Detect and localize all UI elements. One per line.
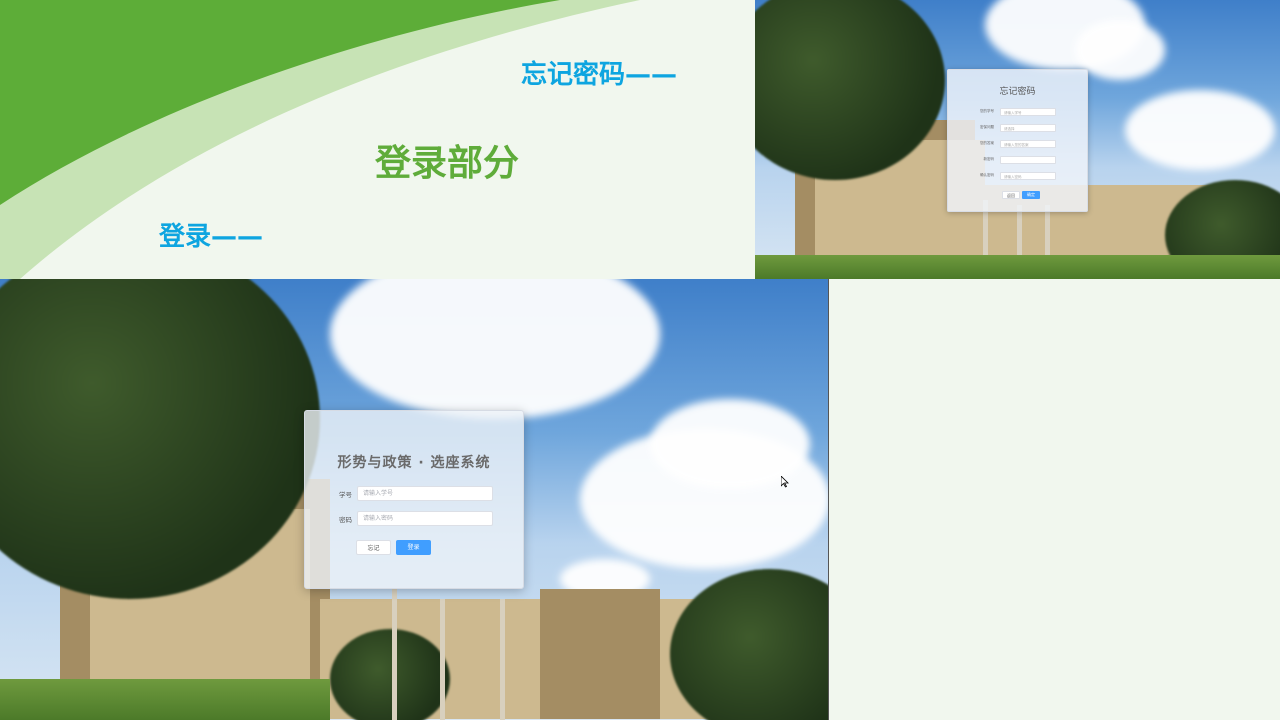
forgot-password-label: 忘记密码—— [521, 60, 678, 90]
forgot-panel-title: 忘记密码 [999, 87, 1036, 97]
confirm-password-row: 确认密码 请输入密码 [972, 172, 1064, 182]
student-id-input[interactable]: 请输入学号 [357, 486, 493, 501]
new-password-field[interactable] [1000, 156, 1056, 164]
field-label: 您的答案 [980, 141, 994, 145]
confirm-password-field[interactable]: 请输入密码 [1000, 172, 1056, 180]
security-question-select[interactable]: 请选择 [1000, 124, 1056, 132]
field-label: 新密码 [983, 157, 995, 161]
field-label: 您的学号 [980, 109, 994, 113]
login-title: 形势与政策 · 选座系统 [337, 455, 491, 471]
student-id-row: 学号 请输入学号 [339, 486, 499, 502]
field-label: 确认密码 [980, 173, 994, 177]
answer-field[interactable]: 请输入您的答案 [1000, 140, 1056, 148]
new-password-row: 新密码 [972, 156, 1064, 166]
password-label: 密码 [339, 516, 352, 524]
slide-banner: 忘记密码—— 登录部分 登录—— [0, 0, 755, 279]
section-title: 登录部分 [375, 143, 520, 184]
student-id-label: 学号 [339, 491, 352, 499]
login-button[interactable]: 登录 [396, 540, 431, 555]
field-label: 密保问题 [980, 125, 994, 129]
login-panel: 形势与政策 · 选座系统 学号 请输入学号 密码 请输入密码 忘记 登录 [304, 410, 524, 589]
password-row: 密码 请输入密码 [339, 511, 499, 527]
student-id-row: 您的学号 请输入学号 [972, 108, 1064, 118]
login-label: 登录—— [159, 222, 264, 252]
divider [828, 279, 829, 720]
security-question-row: 密保问题 请选择 [972, 124, 1064, 134]
forgot-button[interactable]: 忘记 [356, 540, 391, 555]
confirm-button[interactable]: 确定 [1022, 191, 1040, 199]
back-button[interactable]: 返回 [1002, 191, 1020, 199]
student-id-field[interactable]: 请输入学号 [1000, 108, 1056, 116]
answer-row: 您的答案 请输入您的答案 [972, 140, 1064, 150]
password-input[interactable]: 请输入密码 [357, 511, 493, 526]
forgot-password-panel: 忘记密码 您的学号 请输入学号 密保问题 请选择 您的答案 请输入您的答案 新密… [947, 69, 1088, 212]
